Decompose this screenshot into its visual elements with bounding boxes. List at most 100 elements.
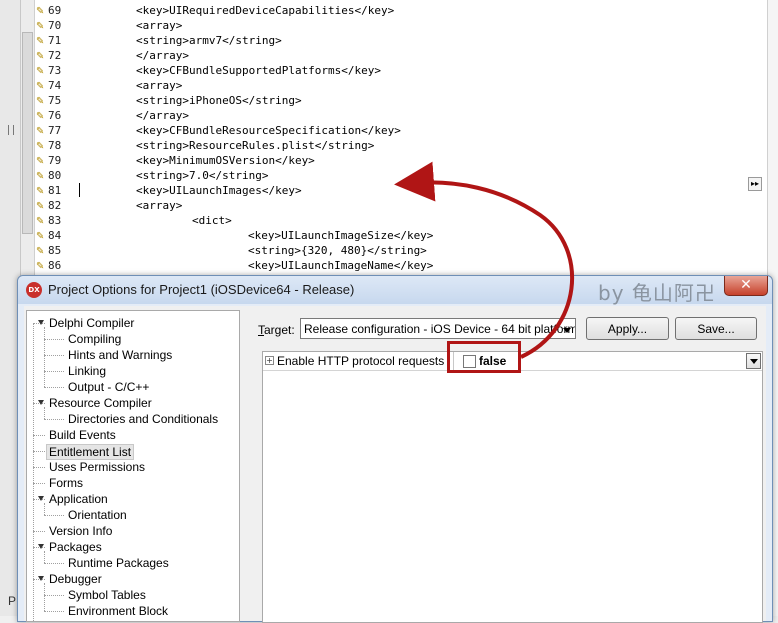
- line-number: 77: [48, 124, 62, 137]
- tree-connector: [44, 563, 64, 564]
- tree-item[interactable]: Output - C/C++: [68, 379, 149, 395]
- tree-connector: [44, 583, 45, 611]
- code-line[interactable]: ✎ 75 <string>iPhoneOS</string>: [36, 93, 766, 108]
- tree-item-label: Entitlement List: [49, 445, 132, 459]
- code-line[interactable]: ✎ 70 <array>: [36, 18, 766, 33]
- save-button[interactable]: Save...: [675, 317, 757, 340]
- code-line[interactable]: ✎ 72 </array>: [36, 48, 766, 63]
- apply-button[interactable]: Apply...: [586, 317, 669, 340]
- expand-triangle-icon[interactable]: [38, 544, 44, 549]
- tree-connector: [44, 551, 45, 563]
- tree-item[interactable]: Symbol Tables: [68, 587, 146, 603]
- code-text: <key>CFBundleResourceSpecification</key>: [136, 124, 401, 137]
- tree-item[interactable]: Directories and Conditionals: [68, 411, 218, 427]
- tree-item[interactable]: Environment Block: [68, 603, 168, 619]
- entitlement-property-grid[interactable]: + Enable HTTP protocol requests false: [262, 351, 763, 623]
- code-text: <key>UIRequiredDeviceCapabilities</key>: [136, 4, 395, 17]
- code-line[interactable]: ✎ 80 <string>7.0</string>: [36, 168, 766, 183]
- code-text: <string>7.0</string>: [136, 169, 269, 182]
- modified-pencil-icon: ✎: [36, 21, 45, 32]
- tree-connector: [44, 419, 64, 420]
- tree-item[interactable]: Resource Compiler: [38, 395, 152, 411]
- modified-pencil-icon: ✎: [36, 126, 45, 137]
- line-number: 86: [48, 259, 62, 272]
- line-number: 70: [48, 19, 62, 32]
- code-text: <array>: [136, 79, 183, 92]
- code-line[interactable]: ✎ 85 <string>{320, 480}</string>: [36, 243, 766, 258]
- target-dropdown[interactable]: Release configuration - iOS Device - 64 …: [300, 318, 576, 339]
- modified-pencil-icon: ✎: [36, 111, 45, 122]
- scroll-right-icon[interactable]: ▸▸: [748, 177, 762, 191]
- code-line[interactable]: ✎ 76 </array>: [36, 108, 766, 123]
- text-caret: [79, 183, 80, 197]
- editor-vertical-scrollbar[interactable]: [20, 0, 35, 290]
- tree-item[interactable]: Forms: [49, 475, 83, 491]
- tree-item[interactable]: Compiling: [68, 331, 121, 347]
- code-lines[interactable]: ✎ 69 <key>UIRequiredDeviceCapabilities</ke…: [36, 3, 766, 273]
- tree-item[interactable]: Linking: [68, 363, 106, 379]
- code-line[interactable]: ✎ 69 <key>UIRequiredDeviceCapabilities</ke…: [36, 3, 766, 18]
- value-dropdown-button[interactable]: [746, 353, 761, 369]
- code-line[interactable]: ✎ 84 <key>UILaunchImageSize</key>: [36, 228, 766, 243]
- code-text: </array>: [136, 109, 189, 122]
- splitter-grip-icon[interactable]: [8, 125, 14, 135]
- tree-connector: [44, 355, 64, 356]
- expand-plus-icon[interactable]: +: [265, 356, 274, 365]
- tree-item[interactable]: Orientation: [68, 507, 127, 523]
- code-editor[interactable]: ✎ 69 <key>UIRequiredDeviceCapabilities</ke…: [0, 0, 778, 290]
- expand-triangle-icon[interactable]: [38, 320, 44, 325]
- chevron-down-icon[interactable]: [563, 328, 571, 333]
- line-number: 83: [48, 214, 62, 227]
- line-number: 80: [48, 169, 62, 182]
- tree-item[interactable]: Application: [38, 491, 108, 507]
- scrollbar-thumb[interactable]: [22, 32, 33, 234]
- code-text: <array>: [136, 19, 183, 32]
- code-line[interactable]: ✎ 71 <string>armv7</string>: [36, 33, 766, 48]
- code-line[interactable]: ✎ 81 <key>UILaunchImages</key>: [36, 183, 766, 198]
- highlight-box-annotation: [447, 341, 521, 373]
- expand-triangle-icon[interactable]: [38, 496, 44, 501]
- line-number: 76: [48, 109, 62, 122]
- tree-item-label: Packages: [49, 540, 102, 554]
- tree-connector: [33, 467, 45, 468]
- tree-item[interactable]: Version Info: [49, 523, 112, 539]
- tree-item[interactable]: Entitlement List: [46, 444, 135, 460]
- target-label: Target:: [258, 323, 295, 337]
- code-line[interactable]: ✎ 78 <string>ResourceRules.plist</string>: [36, 138, 766, 153]
- tree-item[interactable]: Packages: [38, 539, 102, 555]
- expand-triangle-icon[interactable]: [38, 576, 44, 581]
- tree-item[interactable]: Build Events: [49, 427, 116, 443]
- tree-item[interactable]: Delphi Compiler: [38, 315, 135, 331]
- tree-item[interactable]: Hints and Warnings: [68, 347, 172, 363]
- modified-pencil-icon: ✎: [36, 216, 45, 227]
- code-line[interactable]: ✎ 82 <array>: [36, 198, 766, 213]
- line-number: 85: [48, 244, 62, 257]
- code-text: <key>UILaunchImageName</key>: [248, 259, 434, 272]
- tree-item[interactable]: Uses Permissions: [49, 459, 145, 475]
- modified-pencil-icon: ✎: [36, 51, 45, 62]
- code-text: <dict>: [192, 214, 232, 227]
- tree-connector: [33, 531, 45, 532]
- code-text: <string>{320, 480}</string>: [248, 244, 427, 257]
- modified-pencil-icon: ✎: [36, 171, 45, 182]
- tree-item[interactable]: Debugger: [38, 571, 102, 587]
- code-line[interactable]: ✎ 73 <key>CFBundleSupportedPlatforms</key>: [36, 63, 766, 78]
- project-options-dialog: DX Project Options for Project1 (iOSDevi…: [17, 275, 773, 623]
- expand-triangle-icon[interactable]: [38, 400, 44, 405]
- tree-item-label: Delphi Compiler: [49, 316, 135, 330]
- options-tree[interactable]: Delphi Compiler Compiling Hints and Warnin…: [26, 310, 240, 622]
- modified-pencil-icon: ✎: [36, 96, 45, 107]
- code-line[interactable]: ✎ 83 <dict>: [36, 213, 766, 228]
- delphi-app-icon: DX: [26, 282, 42, 298]
- line-number: 71: [48, 34, 62, 47]
- code-line[interactable]: ✎ 79 <key>MinimumOSVersion</key>: [36, 153, 766, 168]
- tree-item[interactable]: Runtime Packages: [68, 555, 169, 571]
- code-line[interactable]: ✎ 74 <array>: [36, 78, 766, 93]
- code-line[interactable]: ✎ 77 <key>CFBundleResourceSpecification</k…: [36, 123, 766, 138]
- modified-pencil-icon: ✎: [36, 141, 45, 152]
- code-line[interactable]: ✎ 86 <key>UILaunchImageName</key>: [36, 258, 766, 273]
- tree-item-label: Resource Compiler: [49, 396, 152, 410]
- tree-connector: [44, 371, 64, 372]
- close-button[interactable]: ✕: [724, 276, 768, 296]
- dialog-titlebar[interactable]: DX Project Options for Project1 (iOSDevi…: [18, 276, 772, 305]
